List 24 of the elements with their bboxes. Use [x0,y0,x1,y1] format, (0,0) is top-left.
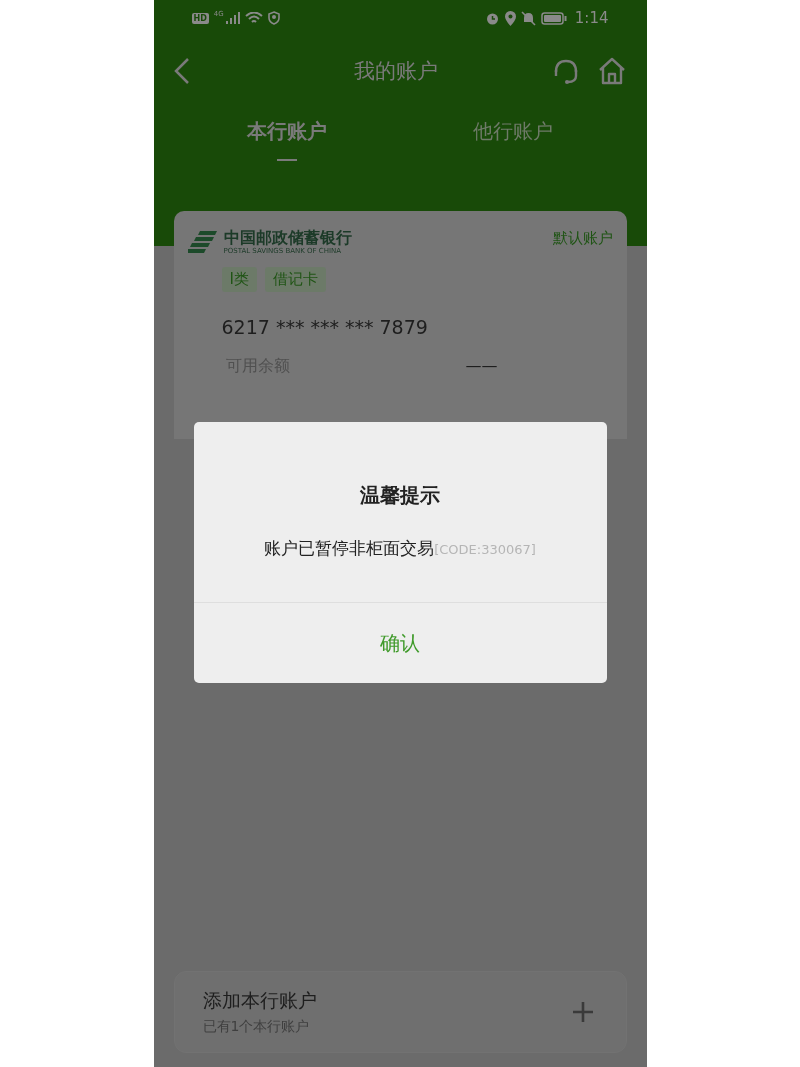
dialog-title: 温馨提示 [360,482,440,509]
page-title: 我的账户 [353,58,439,85]
signal-icon [225,12,240,24]
account-tab[interactable]: 本行账户 [173,106,400,164]
bell-off-icon [520,10,536,26]
confirm-button[interactable]: 确认 [193,603,607,683]
add-account-title: 添加本行账户 [202,988,318,1013]
bank-name: 中国邮政储蓄银行 [223,229,352,247]
default-account-label: 默认账户 [552,229,613,248]
bank-logo-icon [187,229,218,255]
shield-icon [267,11,280,25]
plus-icon[interactable] [571,1001,594,1023]
account-tag: 借记卡 [264,267,326,292]
card-number: 6217 *** *** *** 7879 [221,316,429,338]
wifi-icon [244,11,263,25]
location-icon [504,10,516,26]
back-icon[interactable] [173,57,190,85]
account-tag: I类 [221,267,257,292]
balance-value: —— [465,356,498,377]
hd-badge: HD [191,12,209,24]
battery-icon [540,11,567,25]
status-time: 1:14 [574,9,609,27]
dialog-message: 账户已暂停非柜面交易[CODE:330067] [264,537,536,560]
account-tab[interactable]: 他行账户 [400,106,627,164]
